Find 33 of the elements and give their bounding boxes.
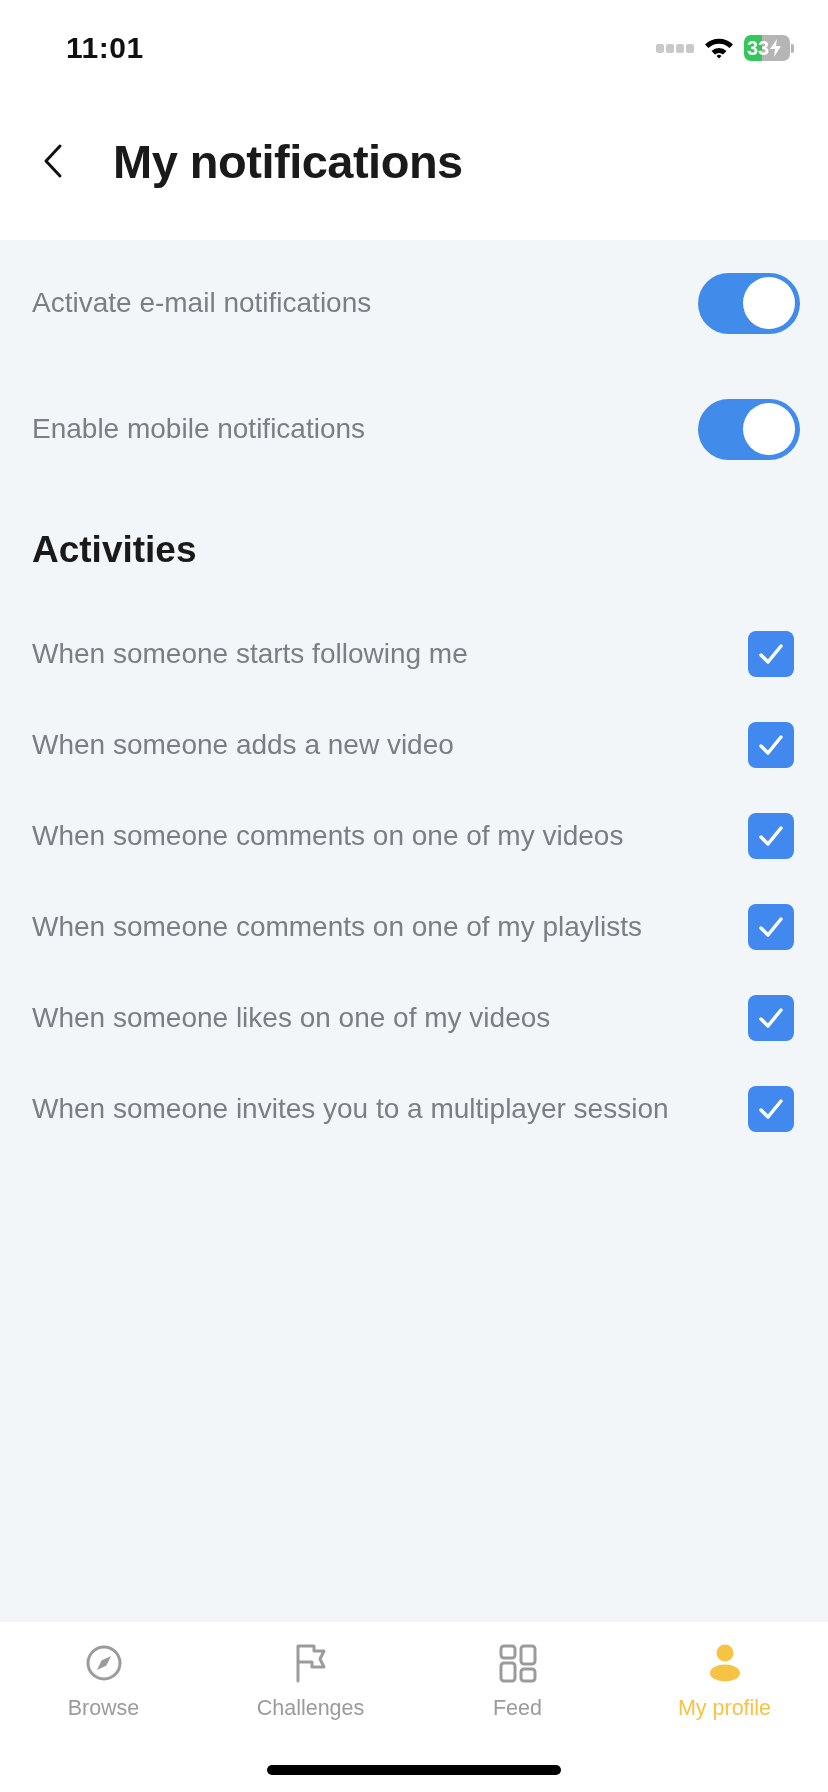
checkbox-label: When someone starts following me bbox=[32, 637, 468, 670]
checkbox[interactable] bbox=[748, 903, 794, 950]
checkmark-icon bbox=[758, 1006, 784, 1029]
checkbox[interactable] bbox=[748, 994, 794, 1041]
checkbox-label: When someone adds a new video bbox=[32, 728, 454, 761]
checkbox-label: When someone invites you to a multiplayer session bbox=[32, 1092, 669, 1125]
toggle-switch[interactable] bbox=[698, 272, 800, 334]
checkbox[interactable] bbox=[748, 630, 794, 677]
checkmark-icon bbox=[758, 733, 784, 756]
signal-icon bbox=[656, 43, 694, 53]
tab-bar-item[interactable]: My profile bbox=[621, 1622, 828, 1765]
tab-bar-item[interactable]: Browse bbox=[0, 1622, 207, 1765]
checkbox[interactable] bbox=[748, 812, 794, 859]
checkmark-icon bbox=[758, 642, 784, 665]
wifi-icon bbox=[704, 37, 734, 59]
page-title: My notifications bbox=[113, 133, 463, 189]
section-heading: Activities bbox=[32, 528, 198, 572]
bolt-icon bbox=[770, 39, 782, 57]
checkmark-icon bbox=[758, 915, 784, 938]
tab-bar-item[interactable]: Feed bbox=[414, 1622, 621, 1765]
toggle-label: Activate e-mail notifications bbox=[32, 287, 372, 319]
checkbox-label: When someone comments on one of my videos bbox=[32, 819, 624, 852]
checkbox[interactable] bbox=[748, 1085, 794, 1132]
checkbox-label: When someone likes on one of my videos bbox=[32, 1001, 551, 1034]
grid-icon bbox=[497, 1643, 538, 1685]
status-time: 11:01 bbox=[66, 31, 144, 65]
checkbox-label: When someone comments on one of my playlists bbox=[32, 910, 643, 943]
checkbox[interactable] bbox=[748, 721, 794, 768]
toggle-label: Enable mobile notifications bbox=[32, 413, 366, 445]
checkmark-icon bbox=[758, 824, 784, 847]
tab-bar-item[interactable]: Challenges bbox=[207, 1622, 414, 1765]
checkmark-icon bbox=[758, 1097, 784, 1120]
toggle-switch[interactable] bbox=[698, 398, 800, 460]
